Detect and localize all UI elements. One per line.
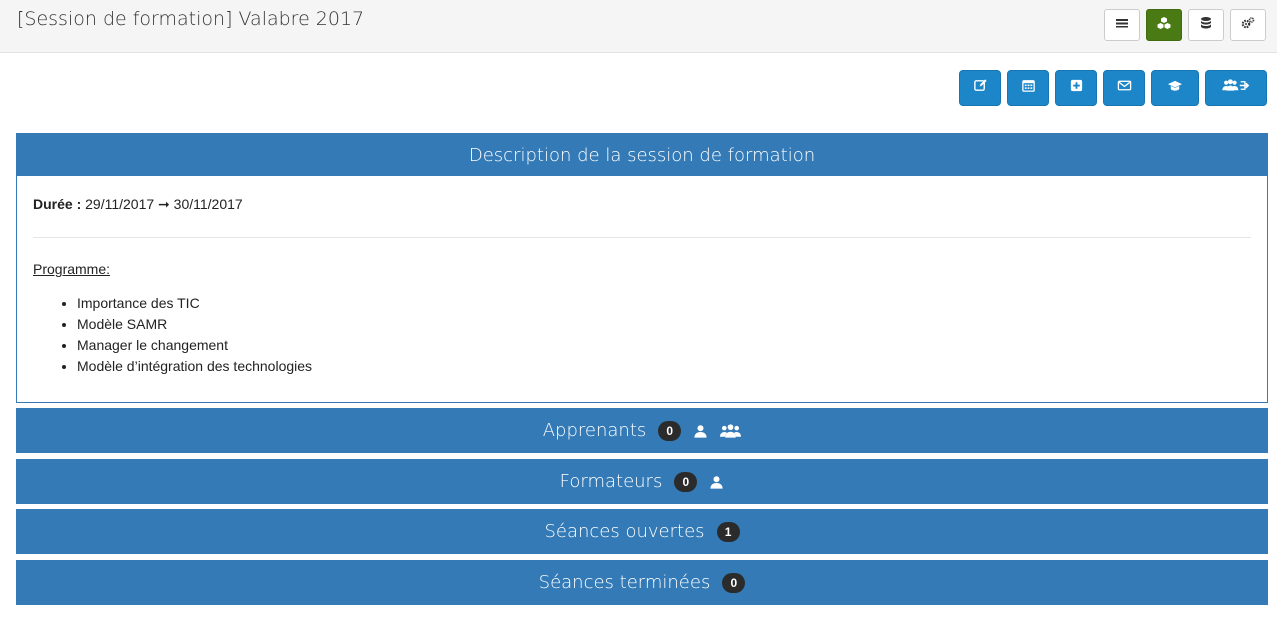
top-bar: [Session de formation] Valabre 2017 [0,0,1277,53]
formateurs-count-badge: 0 [674,471,698,492]
edit-session-button[interactable] [959,70,1001,106]
user-icon[interactable] [709,474,724,490]
seances-terminees-label: Séances terminées [538,572,711,593]
programme-list: Importance des TIC Modèle SAMR Manager l… [77,293,1251,377]
cogs-icon [1241,16,1255,35]
plus-square-icon [1069,78,1084,98]
seances-terminees-panel: Séances terminées 0 [16,560,1268,605]
divider [33,237,1251,238]
apprenants-panel: Apprenants 0 [16,408,1268,453]
graduation-cap-icon [1166,78,1184,98]
seances-ouvertes-panel-heading[interactable]: Séances ouvertes 1 [16,509,1268,554]
seances-terminees-panel-heading[interactable]: Séances terminées 0 [16,560,1268,605]
seances-ouvertes-label: Séances ouvertes [544,521,705,542]
calendar-button[interactable] [1007,70,1049,106]
edit-icon [973,78,988,98]
apprenants-panel-heading[interactable]: Apprenants 0 [16,408,1268,453]
database-icon [1199,16,1213,35]
description-panel-body: Durée : 29/11/2017 ➞ 30/11/2017 Programm… [17,176,1267,395]
list-item: Manager le changement [77,335,1251,356]
user-icon[interactable] [693,423,708,439]
description-panel-heading[interactable]: Description de la session de formation [17,134,1267,176]
duration-label: Durée : [33,196,82,212]
training-button[interactable] [1151,70,1199,106]
seances-terminees-count-badge: 0 [722,572,746,593]
envelope-icon [1117,78,1132,98]
list-icon [1115,16,1129,35]
duration-value: 29/11/2017 ➞ 30/11/2017 [85,196,243,212]
page-title: [Session de formation] Valabre 2017 [17,8,365,30]
users-exit-icon [1221,78,1251,98]
seances-ouvertes-count-badge: 1 [716,521,740,542]
list-view-button[interactable] [1104,9,1140,41]
formateurs-panel: Formateurs 0 [16,459,1268,504]
database-button[interactable] [1188,9,1224,41]
apprenants-count-badge: 0 [658,420,682,441]
action-toolbar [959,70,1267,106]
cubes-icon [1157,16,1171,35]
view-toolbar [1104,9,1266,41]
duration-row: Durée : 29/11/2017 ➞ 30/11/2017 [33,196,1251,213]
list-item: Modèle SAMR [77,314,1251,335]
email-button[interactable] [1103,70,1145,106]
users-icon[interactable] [720,423,742,439]
list-item: Importance des TIC [77,293,1251,314]
formateurs-panel-heading[interactable]: Formateurs 0 [16,459,1268,504]
apprenants-label: Apprenants [542,420,647,441]
settings-button[interactable] [1230,9,1266,41]
description-heading-label: Description de la session de formation [468,144,816,166]
list-item: Modèle d’intégration des technologies [77,356,1251,377]
calendar-icon [1021,78,1036,98]
description-panel: Description de la session de formation D… [16,133,1268,403]
add-button[interactable] [1055,70,1097,106]
formateurs-label: Formateurs [559,471,663,492]
programme-label: Programme: [33,261,111,277]
users-exit-button[interactable] [1205,70,1267,106]
seances-ouvertes-panel: Séances ouvertes 1 [16,509,1268,554]
cubes-view-button[interactable] [1146,9,1182,41]
